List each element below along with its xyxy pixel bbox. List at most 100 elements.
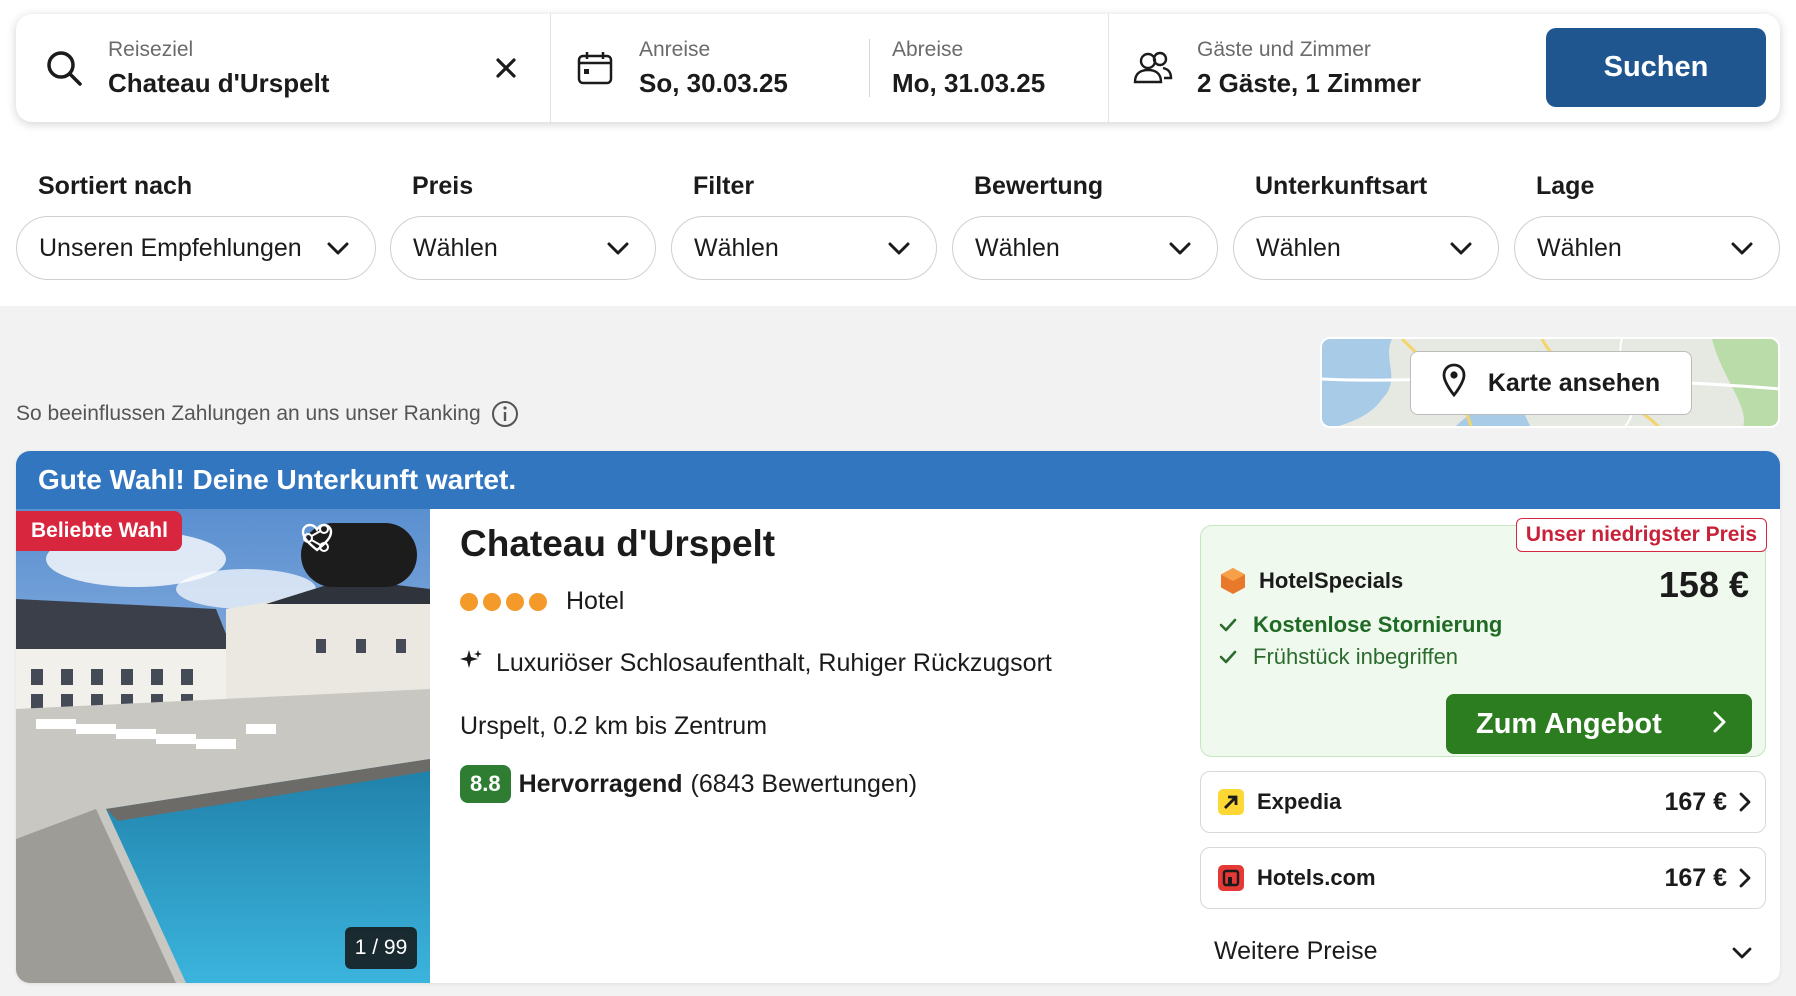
filter-label: Lage: [1536, 172, 1595, 200]
map-button-label: Karte ansehen: [1487, 368, 1661, 397]
offer-price: 167 €: [1664, 787, 1727, 816]
rating-score: 8.8: [460, 765, 511, 803]
star-icon: [460, 592, 478, 611]
guests-icon: [1133, 48, 1173, 88]
chevron-down-icon: [607, 234, 629, 263]
chevron-down-icon: [888, 234, 910, 263]
guests-field[interactable]: Gäste und Zimmer 2 Gäste, 1 Zimmer: [1108, 14, 1548, 122]
destination-label: Reiseziel: [108, 37, 194, 61]
guests-label: Gäste und Zimmer: [1197, 37, 1371, 61]
filter-filter: Filter Wählen: [671, 172, 937, 280]
filter-value: Wählen: [413, 233, 498, 262]
map-pin-icon: [1442, 363, 1466, 404]
provider-name: Expedia: [1257, 789, 1342, 814]
search-icon: [44, 48, 84, 88]
hotel-features: Luxuriöser Schlosaufenthalt, Ruhiger Rüc…: [460, 649, 1160, 678]
expedia-logo-icon: [1217, 788, 1245, 816]
recommendation-banner: Gute Wahl! Deine Unterkunft wartet.: [16, 451, 1780, 509]
filter-price: Preis Wählen: [390, 172, 656, 280]
search-button[interactable]: Suchen: [1546, 28, 1766, 107]
hotel-rating[interactable]: 8.8 Hervorragend (6843 Bewertungen): [460, 765, 1160, 803]
check-icon: [1219, 618, 1241, 632]
provider-name: HotelSpecials: [1259, 568, 1404, 593]
calendar-icon: [575, 48, 615, 88]
rating-select[interactable]: Wählen: [952, 216, 1218, 280]
chevron-down-icon: [1732, 937, 1752, 966]
hotel-location: Urspelt, 0.2 km bis Zentrum: [460, 712, 768, 740]
offer-expedia[interactable]: Expedia 167 €: [1200, 771, 1766, 833]
photo-actions: [301, 523, 417, 587]
price-offers: Unser niedrigster Preis HotelSpecials 15…: [1200, 518, 1767, 971]
checkin-field[interactable]: Anreise So, 30.03.25: [639, 38, 839, 99]
lowest-price-tag: Unser niedrigster Preis: [1515, 518, 1767, 552]
map-button[interactable]: Karte ansehen: [1410, 351, 1692, 415]
filter-value: Unseren Empfehlungen: [39, 233, 302, 262]
features-text: Luxuriöser Schlosaufenthalt, Ruhiger Rüc…: [496, 649, 1052, 677]
filter-rating: Bewertung Wählen: [952, 172, 1218, 280]
provider-name: Hotels.com: [1257, 865, 1376, 890]
chevron-down-icon: [1169, 234, 1191, 263]
offer-provider: Hotels.com: [1217, 864, 1376, 892]
search-bar: Reiseziel Chateau d'Urspelt Anreise So, …: [16, 14, 1780, 122]
offer-provider: Expedia: [1217, 788, 1341, 816]
more-prices-label: Weitere Preise: [1214, 936, 1378, 965]
hotel-info: Chateau d'Urspelt Hotel Luxuriöser Schlo…: [460, 523, 1160, 803]
sort-select[interactable]: Unseren Empfehlungen: [16, 216, 376, 280]
guests-value: 2 Gäste, 1 Zimmer: [1197, 67, 1421, 98]
info-icon[interactable]: [491, 400, 519, 428]
hotelspecials-logo-icon: [1219, 567, 1247, 595]
view-deal-button[interactable]: Zum Angebot: [1446, 694, 1752, 754]
perk-text: Kostenlose Stornierung: [1253, 612, 1503, 637]
filter-accommodation-type: Unterkunftsart Wählen: [1233, 172, 1499, 280]
check-icon: [1219, 650, 1241, 664]
hotel-type: Hotel: [566, 587, 625, 615]
chevron-right-icon: [1739, 792, 1751, 812]
filter-label: Unterkunftsart: [1255, 172, 1428, 200]
star-icon: [483, 592, 501, 611]
accommodation-type-select[interactable]: Wählen: [1233, 216, 1499, 280]
price-select[interactable]: Wählen: [390, 216, 656, 280]
hotels-com-logo-icon: [1217, 864, 1245, 892]
filter-row: Sortiert nach Unseren Empfehlungen Preis…: [16, 172, 1780, 282]
checkin-value: So, 30.03.25: [639, 67, 788, 98]
best-offer[interactable]: Unser niedrigster Preis HotelSpecials 15…: [1200, 518, 1767, 757]
filter-label: Preis: [412, 172, 474, 200]
map-preview[interactable]: Karte ansehen: [1320, 337, 1780, 428]
hotel-photo[interactable]: Beliebte Wahl 1 / 99: [16, 509, 430, 983]
location-select[interactable]: Wählen: [1514, 216, 1780, 280]
sparkle-icon: [460, 649, 482, 678]
rating-label: Hervorragend: [518, 769, 683, 798]
date-divider: [869, 39, 870, 97]
best-price: 158 €: [1658, 564, 1749, 605]
chevron-down-icon: [1731, 234, 1753, 263]
perk-free-cancellation: Kostenlose Stornierung: [1219, 612, 1749, 638]
date-field[interactable]: Anreise So, 30.03.25 Abreise Mo, 31.03.2…: [550, 14, 1108, 122]
best-offer-provider: HotelSpecials: [1219, 567, 1403, 595]
popular-badge: Beliebte Wahl: [16, 511, 182, 551]
checkout-label: Abreise: [892, 37, 964, 61]
chevron-down-icon: [327, 234, 349, 263]
destination-field[interactable]: Reiseziel Chateau d'Urspelt: [16, 14, 550, 122]
filter-select[interactable]: Wählen: [671, 216, 937, 280]
hotel-result-card[interactable]: Gute Wahl! Deine Unterkunft wartet. Beli…: [16, 451, 1780, 983]
clear-icon[interactable]: [492, 54, 520, 82]
rating-count: (6843 Bewertungen): [690, 769, 918, 798]
chevron-right-icon: [1739, 868, 1751, 888]
star-icon: [529, 592, 547, 611]
destination-value[interactable]: Chateau d'Urspelt: [108, 68, 329, 99]
checkout-field[interactable]: Abreise Mo, 31.03.25: [892, 38, 1092, 99]
filter-label: Sortiert nach: [38, 172, 193, 200]
star-icon: [506, 592, 524, 611]
hotel-class: Hotel: [460, 587, 1160, 616]
more-prices-toggle[interactable]: Weitere Preise: [1200, 931, 1766, 971]
filter-value: Wählen: [1256, 233, 1341, 262]
ranking-note[interactable]: So beeinflussen Zahlungen an uns unser R…: [16, 400, 519, 428]
chevron-right-icon: [1712, 708, 1726, 741]
filter-label: Bewertung: [974, 172, 1104, 200]
offer-hotels-com[interactable]: Hotels.com 167 €: [1200, 847, 1766, 909]
filter-value: Wählen: [975, 233, 1060, 262]
filter-label: Filter: [693, 172, 755, 200]
filter-value: Wählen: [1537, 233, 1622, 262]
hotel-name[interactable]: Chateau d'Urspelt: [460, 523, 1160, 565]
photo-counter: 1 / 99: [345, 927, 417, 969]
